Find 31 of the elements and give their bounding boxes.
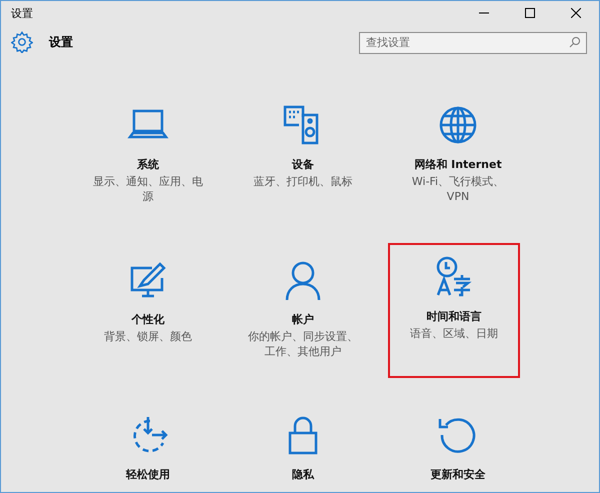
tile-description: 语音、区域、日期 bbox=[409, 326, 499, 341]
maximize-icon bbox=[525, 8, 535, 18]
settings-tile[interactable]: 时间和语言 语音、区域、日期 bbox=[388, 243, 520, 378]
tile-title: 网络和 Internet bbox=[414, 157, 502, 172]
tile-description: 你的帐户、同步设置、工作、其他用户 bbox=[247, 329, 359, 359]
settings-tile[interactable]: 网络和 Internet Wi-Fi、飞行模式、VPN bbox=[388, 91, 528, 226]
tile-title: 设备 bbox=[292, 157, 314, 172]
search-field[interactable]: 查找设置 bbox=[359, 32, 587, 54]
settings-icon bbox=[11, 31, 33, 53]
tile-title: 个性化 bbox=[132, 312, 164, 327]
tile-description: 背景、锁屏、颜色 bbox=[103, 329, 193, 344]
page-title: 设置 bbox=[49, 34, 74, 50]
close-icon bbox=[571, 8, 581, 18]
settings-tile[interactable]: 帐户 你的帐户、同步设置、工作、其他用户 bbox=[233, 246, 373, 381]
tile-title: 轻松使用 bbox=[126, 467, 170, 482]
tile-title: 隐私 bbox=[292, 467, 314, 482]
window-title: 设置 bbox=[11, 6, 34, 20]
settings-tile[interactable]: 系统 显示、通知、应用、电源 bbox=[78, 91, 218, 226]
settings-tile[interactable]: 个性化 背景、锁屏、颜色 bbox=[78, 246, 218, 381]
settings-tile[interactable]: 轻松使用 bbox=[78, 401, 218, 492]
tile-title: 时间和语言 bbox=[426, 309, 482, 324]
search-icon bbox=[569, 36, 581, 48]
settings-tile[interactable]: 更新和安全 bbox=[388, 401, 528, 492]
tile-description: Wi-Fi、飞行模式、VPN bbox=[410, 174, 506, 204]
tile-title: 系统 bbox=[137, 157, 159, 172]
tile-title: 帐户 bbox=[292, 312, 314, 327]
tile-title: 更新和安全 bbox=[430, 467, 486, 482]
tile-description: 显示、通知、应用、电源 bbox=[92, 174, 204, 204]
tile-description: 蓝牙、打印机、鼠标 bbox=[252, 174, 354, 189]
settings-tile[interactable]: 设备 蓝牙、打印机、鼠标 bbox=[233, 91, 373, 226]
settings-tile[interactable]: 隐私 bbox=[233, 401, 373, 492]
